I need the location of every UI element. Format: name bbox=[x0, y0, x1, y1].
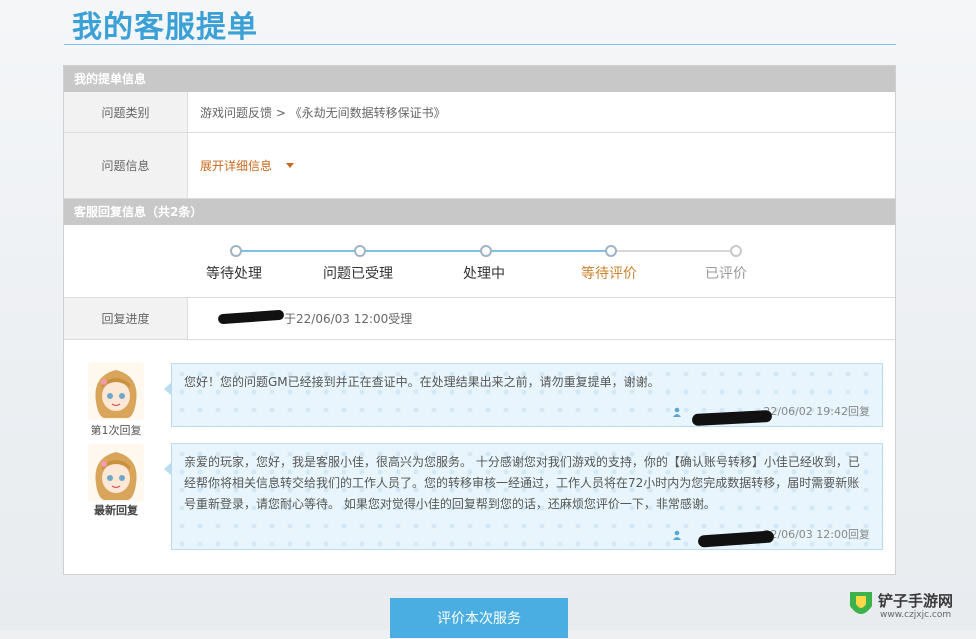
info-label: 问题信息 bbox=[64, 133, 188, 198]
evaluate-service-button[interactable]: 评价本次服务 bbox=[390, 598, 568, 638]
user-icon bbox=[673, 530, 682, 540]
ticket-info-header: 我的提单信息 bbox=[64, 66, 895, 92]
reply-text: 您好！您的问题GM已经接到并正在查证中。在处理结果出来之前，请勿重复提单，谢谢。 bbox=[184, 375, 660, 389]
watermark-name: 铲子手游网 bbox=[878, 592, 954, 610]
category-row: 问题类别 游戏问题反馈 > 《永劫无间数据转移保证书》 bbox=[64, 92, 895, 133]
reply-info-header: 客服回复信息（共2条） bbox=[64, 199, 895, 225]
step-label: 等待处理 bbox=[206, 266, 262, 282]
status-steps: 等待处理 问题已受理 处理中 等待评价 已评价 bbox=[202, 236, 758, 288]
step-label-future: 已评价 bbox=[705, 266, 747, 282]
title-divider bbox=[64, 44, 896, 45]
category-label: 问题类别 bbox=[64, 92, 188, 132]
step-dot bbox=[480, 245, 492, 257]
ticket-panel: 我的提单信息 问题类别 游戏问题反馈 > 《永劫无间数据转移保证书》 问题信息 … bbox=[63, 65, 896, 575]
step-dot bbox=[230, 245, 242, 257]
page-title: 我的客服提单 bbox=[72, 10, 258, 45]
category-value: 游戏问题反馈 > 《永劫无间数据转移保证书》 bbox=[200, 105, 446, 120]
reply-timestamp: 22/06/03 12:00回复 bbox=[763, 528, 870, 541]
step-dot bbox=[605, 245, 617, 257]
step-dot bbox=[730, 245, 742, 257]
progress-row: 回复进度 于22/06/03 12:00受理 bbox=[64, 298, 895, 340]
reply-caption: 第1次回复 bbox=[90, 424, 142, 437]
reply-caption: 最新回复 bbox=[94, 504, 138, 517]
watermark-url: www.czjxjc.com bbox=[880, 610, 952, 620]
reply-bubble: 亲爱的玩家，您好，我是客服小佳，很高兴为您服务。 十分感谢您对我们游戏的支持，你… bbox=[164, 443, 883, 550]
shovel-logo-icon bbox=[850, 592, 872, 614]
expand-details-link[interactable]: 展开详细信息 bbox=[200, 133, 295, 198]
step-label-current: 等待评价 bbox=[581, 266, 637, 282]
progress-value: 于22/06/03 12:00受理 bbox=[284, 312, 413, 326]
info-row: 问题信息 展开详细信息 bbox=[64, 133, 895, 199]
steps-track-remaining bbox=[612, 250, 736, 252]
avatar bbox=[88, 362, 144, 420]
watermark: 铲子手游网 www.czjxjc.com bbox=[846, 586, 972, 626]
caret-down-icon bbox=[286, 163, 295, 168]
expand-details-label: 展开详细信息 bbox=[200, 159, 273, 173]
reply-text: 亲爱的玩家，您好，我是客服小佳，很高兴为您服务。 十分感谢您对我们游戏的支持，你… bbox=[184, 455, 860, 511]
step-label: 处理中 bbox=[463, 266, 505, 282]
step-label: 问题已受理 bbox=[323, 266, 393, 282]
reply-bubble: 您好！您的问题GM已经接到并正在查证中。在处理结果出来之前，请勿重复提单，谢谢。… bbox=[164, 363, 883, 427]
user-icon bbox=[673, 407, 682, 417]
avatar bbox=[88, 444, 144, 502]
step-dot bbox=[354, 245, 366, 257]
reply-timestamp: 22/06/02 19:42回复 bbox=[763, 405, 870, 418]
redaction-scribble bbox=[217, 309, 285, 325]
progress-label: 回复进度 bbox=[64, 298, 188, 339]
